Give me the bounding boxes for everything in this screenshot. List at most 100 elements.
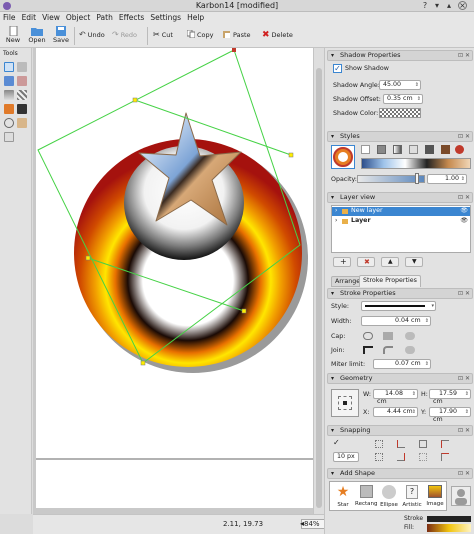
join-round-icon[interactable]: [383, 346, 393, 354]
shape-rectangle[interactable]: Rectang: [355, 484, 378, 507]
shape-star[interactable]: ★ Star: [332, 484, 354, 508]
maximize-icon[interactable]: ▴: [444, 1, 454, 11]
cut-button[interactable]: ✂ Cut: [153, 30, 173, 39]
menu-object[interactable]: Object: [63, 12, 93, 24]
delete-button[interactable]: ✖ Delete: [262, 30, 293, 40]
fill-color-swatch[interactable]: [427, 524, 471, 532]
rotate-handle[interactable]: [232, 48, 236, 52]
spin-icon[interactable]: ⇕: [412, 390, 416, 398]
open-button[interactable]: Open: [27, 26, 47, 44]
gradient-tool-icon[interactable]: [4, 90, 14, 100]
fill-tool-icon[interactable]: [4, 104, 14, 114]
panel-controls[interactable]: ⊡ ✕: [458, 374, 470, 383]
menu-path[interactable]: Path: [93, 12, 115, 24]
lower-layer-button[interactable]: ▼: [405, 257, 423, 267]
save-button[interactable]: Save: [51, 26, 71, 44]
panel-controls[interactable]: ⊡ ✕: [458, 51, 470, 60]
anchor-point-selector[interactable]: [331, 389, 359, 417]
gradient-fill-icon[interactable]: [393, 145, 402, 154]
snap-bbox-icon[interactable]: [375, 453, 383, 461]
new-button[interactable]: New: [4, 25, 22, 44]
pattern-tool-icon[interactable]: [17, 90, 27, 100]
collapse-icon[interactable]: ▾: [331, 426, 334, 435]
snap-extension-icon[interactable]: [441, 440, 449, 448]
pan-tool-icon[interactable]: [17, 118, 27, 128]
shape-tool-icon[interactable]: [4, 76, 14, 86]
spin-icon[interactable]: ⇕: [465, 390, 469, 398]
brown-fill-icon[interactable]: [441, 145, 450, 154]
menu-view[interactable]: View: [39, 12, 63, 24]
collapse-icon[interactable]: ▾: [331, 193, 334, 202]
snap-guide-icon[interactable]: [397, 440, 405, 448]
menu-file[interactable]: File: [0, 12, 19, 24]
y-input[interactable]: 17.90 cm ⇕: [429, 407, 471, 423]
spin-icon[interactable]: ⇕: [425, 317, 429, 325]
shape-gallery[interactable]: ★ Star Rectang Ellipse ? Artistic Image: [329, 481, 447, 511]
snap-enable-checkbox[interactable]: ✓: [333, 439, 342, 448]
menu-edit[interactable]: Edit: [19, 12, 40, 24]
panel-controls[interactable]: ⊡ ✕: [458, 469, 470, 478]
tab-stroke-properties[interactable]: Stroke Properties: [359, 275, 421, 287]
shape-image[interactable]: Image: [424, 484, 446, 507]
zoom-slider-icon[interactable]: ◂: [300, 519, 314, 531]
selection-handle[interactable]: [140, 360, 146, 366]
geometry-panel-header[interactable]: ▾ Geometry ⊡ ✕: [327, 373, 473, 384]
undo-button[interactable]: ↶ Undo: [79, 30, 105, 39]
minimize-icon[interactable]: ▾: [432, 1, 442, 11]
layer-list[interactable]: › New layer 👁 › Layer 👁: [331, 205, 471, 253]
panel-controls[interactable]: ⊡ ✕: [458, 132, 470, 141]
panel-controls[interactable]: ⊡ ✕: [458, 193, 470, 202]
text-tool-icon[interactable]: [4, 132, 14, 142]
shape-artistic[interactable]: ? Artistic: [401, 484, 423, 508]
pattern-fill-icon[interactable]: [409, 145, 418, 154]
cap-flat-icon[interactable]: [383, 332, 393, 340]
snap-intersect-icon[interactable]: [397, 453, 405, 461]
layer-row[interactable]: › Layer 👁: [332, 217, 470, 226]
redo-button[interactable]: ↷ Redo: [112, 30, 137, 39]
selection-handle[interactable]: [241, 308, 247, 314]
layer-row-new[interactable]: › New layer 👁: [332, 207, 470, 216]
selection-handle[interactable]: [288, 152, 294, 158]
spin-icon[interactable]: ⇕: [465, 408, 469, 416]
style-preview[interactable]: [331, 145, 355, 169]
paste-button[interactable]: Paste: [223, 30, 251, 40]
layer-panel-header[interactable]: ▾ Layer view ⊡ ✕: [327, 192, 473, 203]
expand-icon[interactable]: ›: [335, 217, 337, 224]
user-avatar-icon[interactable]: [451, 486, 471, 506]
spin-icon[interactable]: ⇕: [425, 360, 429, 368]
remove-layer-button[interactable]: ✖: [357, 257, 375, 267]
miter-limit-input[interactable]: 0.07 cm ⇕: [373, 359, 431, 369]
help-icon[interactable]: ?: [420, 1, 430, 11]
spin-icon[interactable]: ⇕: [415, 81, 419, 89]
node-edit-tool-icon[interactable]: [17, 62, 27, 72]
stroke-width-input[interactable]: 0.04 cm ⇕: [361, 316, 431, 326]
snap-orth-icon[interactable]: [441, 453, 449, 461]
expand-icon[interactable]: ›: [335, 207, 337, 214]
stroke-style-select[interactable]: ▾: [361, 301, 436, 311]
document-page[interactable]: [36, 48, 313, 508]
visibility-icon[interactable]: 👁: [460, 207, 468, 214]
panel-controls[interactable]: ⊡ ✕: [458, 426, 470, 435]
selection-handle[interactable]: [132, 97, 138, 103]
add-layer-button[interactable]: +: [333, 257, 351, 267]
solid-fill-icon[interactable]: [377, 145, 386, 154]
vertical-scrollbar[interactable]: [313, 48, 324, 514]
chevron-down-icon[interactable]: ▾: [431, 302, 434, 310]
spin-icon[interactable]: ⇕: [417, 95, 421, 103]
shadow-color-button[interactable]: [379, 108, 421, 118]
cap-round-icon[interactable]: [363, 332, 373, 340]
opacity-input[interactable]: 1.00 ⇕: [427, 174, 467, 184]
select-tool-icon[interactable]: [4, 62, 14, 72]
menu-settings[interactable]: Settings: [147, 12, 184, 24]
stroke-panel-header[interactable]: ▾ Stroke Properties ⊡ ✕: [327, 288, 473, 299]
snapping-panel-header[interactable]: ▾ Snapping ⊡ ✕: [327, 425, 473, 436]
join-miter-icon[interactable]: [363, 346, 373, 354]
snap-grid-icon[interactable]: [375, 440, 383, 448]
shadow-offset-input[interactable]: 0.35 cm ⇕: [383, 94, 423, 104]
canvas-drawing[interactable]: [36, 48, 313, 508]
collapse-icon[interactable]: ▾: [331, 132, 334, 141]
stroke-color-swatch[interactable]: [427, 516, 471, 522]
snap-page-icon[interactable]: [419, 453, 427, 461]
spin-icon[interactable]: ⇕: [412, 408, 416, 416]
shadow-panel-header[interactable]: ▾ Shadow Properties ⊡ ✕: [327, 50, 473, 61]
